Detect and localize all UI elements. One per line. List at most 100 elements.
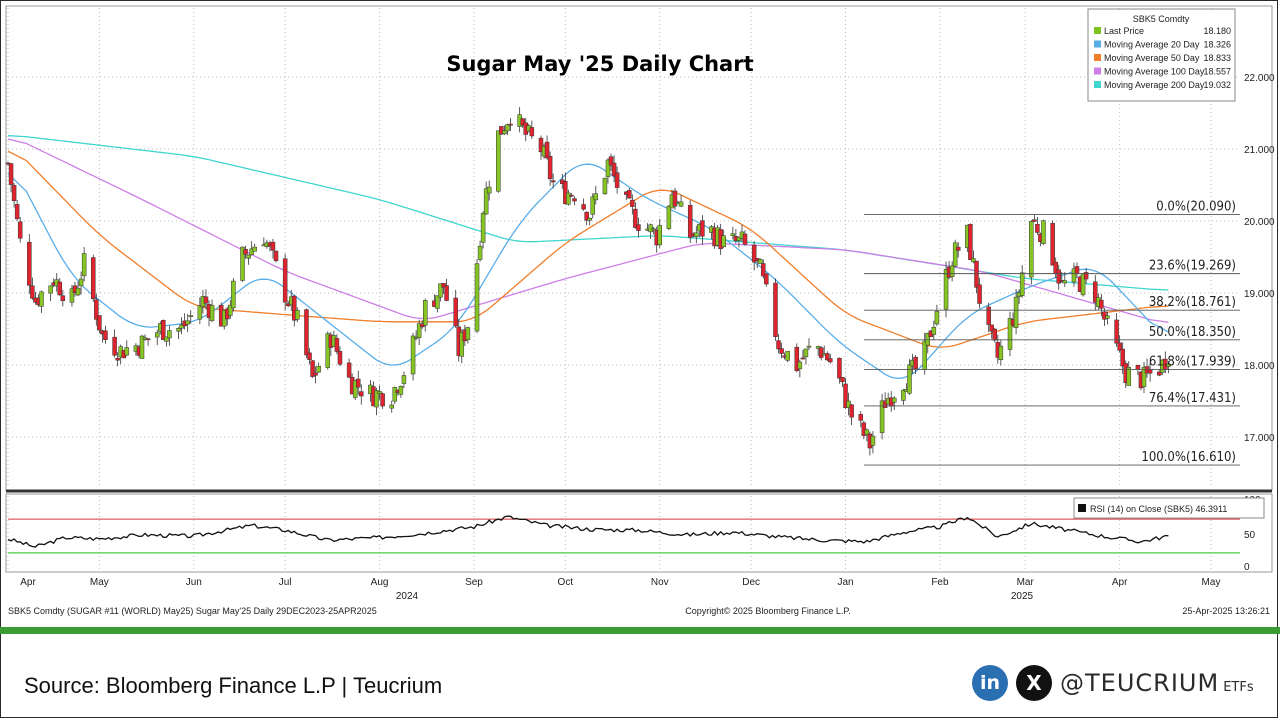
candle-down (27, 241, 32, 286)
fib-level-label: 100.0%(16.610) (1141, 450, 1236, 465)
footer-divider-bar (0, 627, 1280, 634)
candle-up (154, 332, 160, 338)
legend-header: SBK5 Comdty (1133, 14, 1190, 24)
candle-down (913, 356, 918, 370)
candle-down (840, 377, 845, 383)
candle-up (398, 386, 404, 395)
candle-down (1099, 299, 1104, 309)
candle-down (779, 348, 784, 354)
candle-up (209, 305, 215, 321)
candle-up (934, 310, 940, 325)
candle-down (270, 241, 276, 251)
legend-swatch (1094, 81, 1101, 88)
fib-level-label: 23.6%(19.269) (1149, 259, 1236, 274)
candle-down (572, 198, 577, 202)
candle-down (1135, 364, 1141, 370)
candle-down (968, 224, 973, 260)
candle-up (1019, 272, 1025, 296)
candle-down (858, 414, 864, 421)
candle-up (1029, 221, 1034, 278)
chart-footer-left: SBK5 Comdty (SUGAR #11 (WORLD) May25) Su… (8, 606, 377, 616)
ma50-line (7, 150, 1169, 348)
candle-down (282, 258, 288, 303)
candle-up (803, 348, 809, 358)
candle-up (480, 212, 486, 243)
candle-up (505, 124, 510, 132)
x-month-label: Mar (1017, 577, 1035, 588)
candle-down (243, 248, 248, 255)
candle-up (651, 228, 656, 231)
x-month-label: Apr (1112, 577, 1128, 588)
fib-level-label: 38.2%(18.761) (1149, 295, 1236, 310)
price-tick-label: 19.000 (1244, 289, 1275, 300)
social-handle-suffix: ETFs (1223, 679, 1254, 695)
x-month-label: Jan (837, 577, 853, 588)
candle-down (355, 378, 361, 388)
candle-up (410, 335, 416, 375)
social-handle[interactable]: @TEUCRIUM (1060, 669, 1219, 697)
candle-up (587, 217, 592, 221)
candle-down (800, 357, 806, 360)
candle-up (78, 278, 84, 287)
candle-up (231, 280, 236, 309)
x-month-label: Oct (558, 577, 574, 588)
candle-up (721, 235, 726, 247)
candle-up (666, 205, 672, 229)
candle-up (566, 192, 571, 205)
candle-up (694, 232, 699, 237)
candle-down (112, 336, 117, 356)
candle-up (785, 350, 790, 361)
candle-up (295, 309, 300, 320)
price-tick-label: 17.000 (1244, 433, 1275, 444)
legend-item-label: Last Price (1104, 26, 1144, 36)
x-month-label: Apr (20, 577, 36, 588)
candle-up (758, 259, 763, 264)
candle-up (176, 328, 181, 332)
candle-up (1041, 220, 1046, 244)
candle-down (700, 220, 705, 237)
legend-swatch (1094, 67, 1101, 75)
candle-down (687, 204, 693, 238)
candle-down (97, 315, 102, 331)
candle-down (380, 393, 385, 407)
candle-down (304, 309, 309, 356)
candle-down (614, 172, 620, 188)
x-month-label: Nov (651, 577, 669, 588)
x-month-label: May (1202, 577, 1221, 588)
legend-item-value: 18.180 (1203, 26, 1231, 36)
candle-down (837, 357, 842, 379)
candle-up (197, 305, 203, 320)
candle-down (115, 357, 120, 361)
candle-down (818, 347, 824, 358)
legend-item-value: 18.557 (1203, 67, 1231, 77)
x-month-label: Jun (186, 577, 202, 588)
rsi-legend-label: RSI (14) on Close (SBK5) 46.3911 (1090, 504, 1227, 514)
source-caption: Source: Bloomberg Finance L.P | Teucrium (24, 673, 443, 698)
candle-up (870, 435, 876, 446)
candle-up (678, 201, 684, 207)
candle-down (8, 163, 14, 185)
x-month-label: May (90, 577, 109, 588)
legend-item-label: Moving Average 20 Day (1104, 40, 1200, 50)
candle-down (1050, 223, 1055, 266)
x-month-label: Dec (742, 577, 760, 588)
candle-down (849, 404, 854, 418)
x-twitter-icon[interactable]: X (1016, 665, 1052, 701)
candle-down (359, 391, 364, 397)
linkedin-icon[interactable]: in (972, 665, 1008, 701)
candle-down (544, 141, 550, 159)
candle-down (581, 204, 586, 210)
candle-up (486, 186, 492, 194)
candle-up (185, 320, 190, 325)
chart-footer-copyright: Copyright© 2025 Bloomberg Finance L.P. (685, 606, 851, 616)
x-month-label: Aug (371, 577, 389, 588)
candle-up (797, 361, 803, 370)
price-tick-label: 22.000 (1244, 73, 1275, 84)
candle-down (103, 330, 108, 340)
legend-item-value: 18.833 (1203, 53, 1231, 63)
legend-item-label: Moving Average 50 Day (1104, 53, 1200, 63)
candle-up (892, 397, 897, 403)
candle-up (435, 295, 440, 309)
candle-down (334, 338, 340, 352)
candle-up (477, 245, 483, 260)
